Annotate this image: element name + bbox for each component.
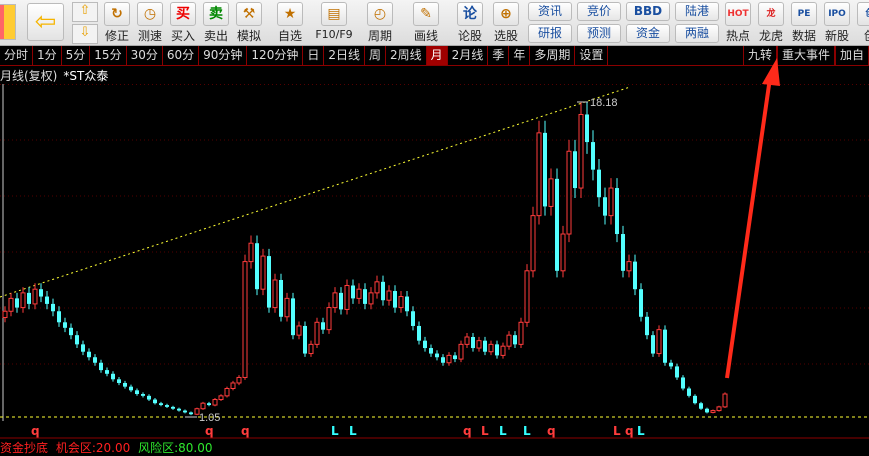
annotation-arrow <box>725 58 780 379</box>
